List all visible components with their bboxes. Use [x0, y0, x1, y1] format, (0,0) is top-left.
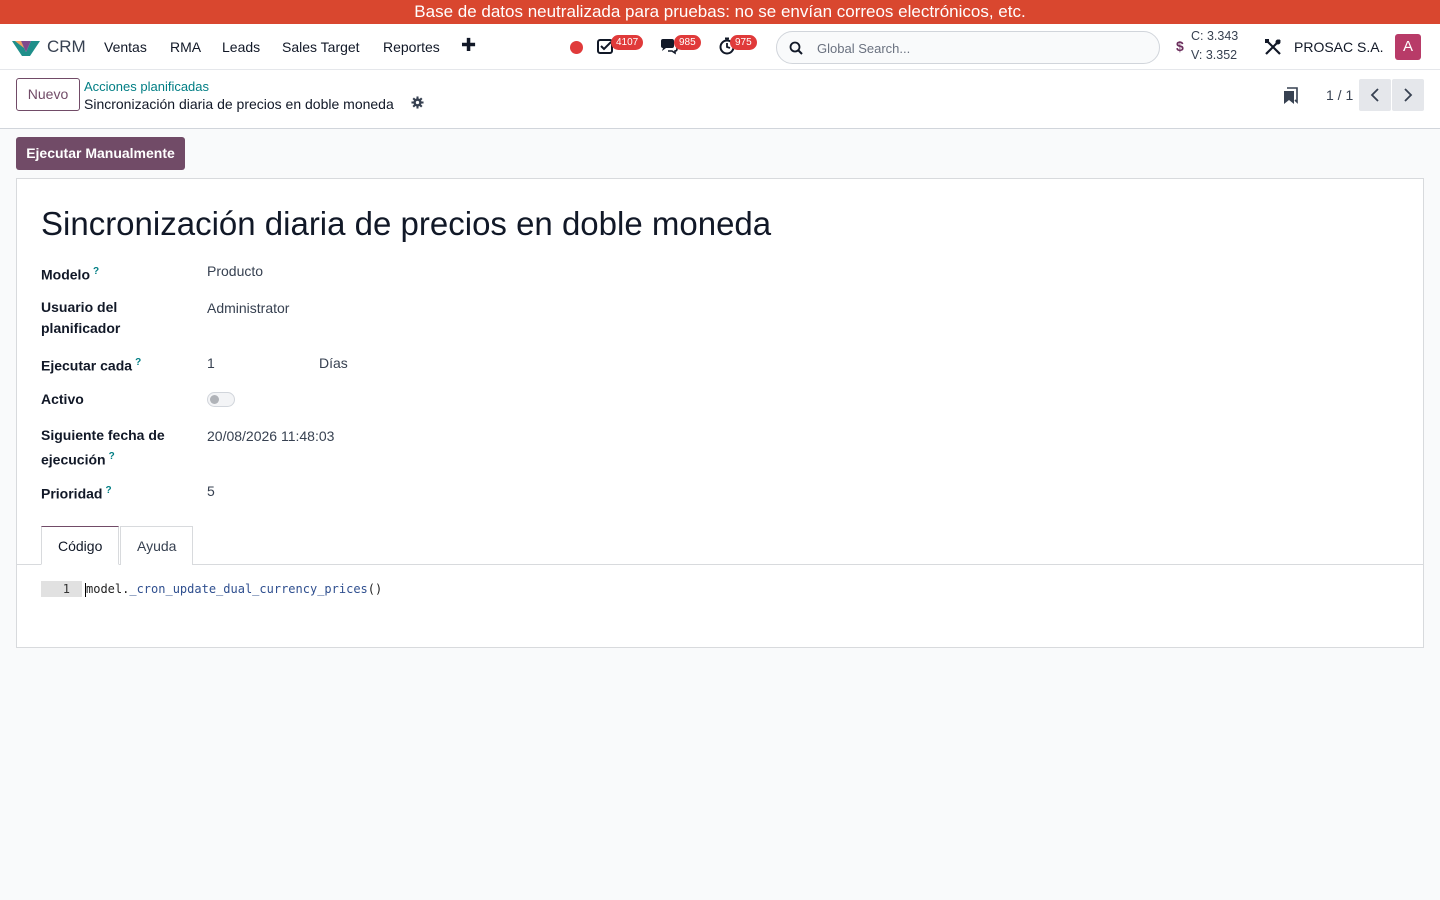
pager-next-button[interactable] — [1392, 79, 1424, 111]
top-navbar: CRM Ventas RMA Leads Sales Target Report… — [0, 24, 1440, 70]
exchange-buy-rate: C: 3.343 — [1191, 29, 1239, 43]
exchange-sell-rate: V: 3.352 — [1191, 48, 1238, 62]
form-sheet: Sincronización diaria de precios en dobl… — [16, 178, 1424, 648]
breadcrumb-current: Sincronización diaria de precios en dobl… — [84, 96, 394, 112]
menu-rma[interactable]: RMA — [170, 39, 201, 55]
timers-badge: 975 — [730, 35, 757, 50]
model-label: Modelo? — [41, 261, 191, 286]
recording-indicator-icon[interactable] — [570, 41, 583, 54]
user-value[interactable]: Administrator — [207, 300, 289, 316]
plus-icon[interactable]: ✚ — [461, 35, 476, 56]
user-label: Usuario del planificador — [41, 299, 121, 336]
activities-badge: 4107 — [611, 35, 644, 50]
help-tooltip-icon[interactable]: ? — [93, 266, 99, 277]
interval-unit-select[interactable]: Días — [319, 355, 348, 371]
menu-sales-target[interactable]: Sales Target — [282, 39, 360, 55]
help-tooltip-icon[interactable]: ? — [105, 485, 111, 496]
run-manually-button[interactable]: Ejecutar Manualmente — [16, 137, 185, 170]
user-avatar[interactable]: A — [1395, 34, 1421, 60]
messages-badge: 985 — [674, 35, 701, 50]
global-search[interactable] — [776, 31, 1160, 64]
record-title[interactable]: Sincronización diaria de precios en dobl… — [41, 205, 771, 243]
chevron-left-icon — [1370, 88, 1379, 102]
code-line-number: 1 — [41, 581, 82, 597]
priority-value[interactable]: 5 — [207, 483, 215, 499]
nextcall-label-text: Siguiente fecha de ejecución — [41, 427, 165, 468]
chevron-right-icon — [1404, 88, 1413, 102]
search-icon — [789, 41, 803, 55]
tab-codigo[interactable]: Código — [41, 526, 120, 565]
interval-label: Ejecutar cada? — [41, 352, 191, 377]
global-search-input[interactable] — [817, 38, 1147, 58]
help-tooltip-icon[interactable]: ? — [135, 357, 141, 368]
nextcall-value[interactable]: 20/08/2026 11:48:03 — [207, 428, 334, 444]
neutralized-db-banner: Base de datos neutralizada para pruebas:… — [0, 0, 1440, 24]
company-switcher[interactable]: PROSAC S.A. — [1294, 39, 1383, 55]
control-panel: Nuevo Acciones planificadas Sincronizaci… — [0, 70, 1440, 129]
tabs-divider — [17, 564, 1423, 565]
menu-reportes[interactable]: Reportes — [383, 39, 440, 55]
tab-ayuda[interactable]: Ayuda — [120, 526, 194, 565]
breadcrumb-parent[interactable]: Acciones planificadas — [84, 79, 209, 94]
code-object: model — [86, 582, 123, 596]
pager-previous-button[interactable] — [1359, 79, 1391, 111]
code-parens: () — [367, 582, 383, 596]
model-value[interactable]: Producto — [207, 263, 263, 279]
model-label-text: Modelo — [41, 266, 90, 283]
priority-label: Prioridad? — [41, 480, 191, 505]
menu-ventas[interactable]: Ventas — [104, 39, 147, 55]
code-method: _cron_update_dual_currency_prices — [129, 582, 368, 596]
active-label: Activo — [41, 391, 84, 407]
active-toggle[interactable] — [207, 392, 235, 407]
code-editor-line[interactable]: model._cron_update_dual_currency_prices(… — [85, 581, 382, 597]
nextcall-label: Siguiente fecha de ejecución? — [41, 425, 181, 471]
new-record-button[interactable]: Nuevo — [16, 78, 80, 111]
help-tooltip-icon[interactable]: ? — [109, 451, 115, 462]
app-name[interactable]: CRM — [47, 37, 86, 57]
interval-number-input[interactable]: 1 — [207, 355, 215, 371]
menu-leads[interactable]: Leads — [222, 39, 260, 55]
toggle-knob — [210, 395, 219, 404]
pager-value[interactable]: 1 / 1 — [1326, 87, 1353, 103]
interval-label-text: Ejecutar cada — [41, 357, 133, 374]
currency-icon: $ — [1176, 38, 1184, 54]
priority-label-text: Prioridad — [41, 485, 103, 502]
